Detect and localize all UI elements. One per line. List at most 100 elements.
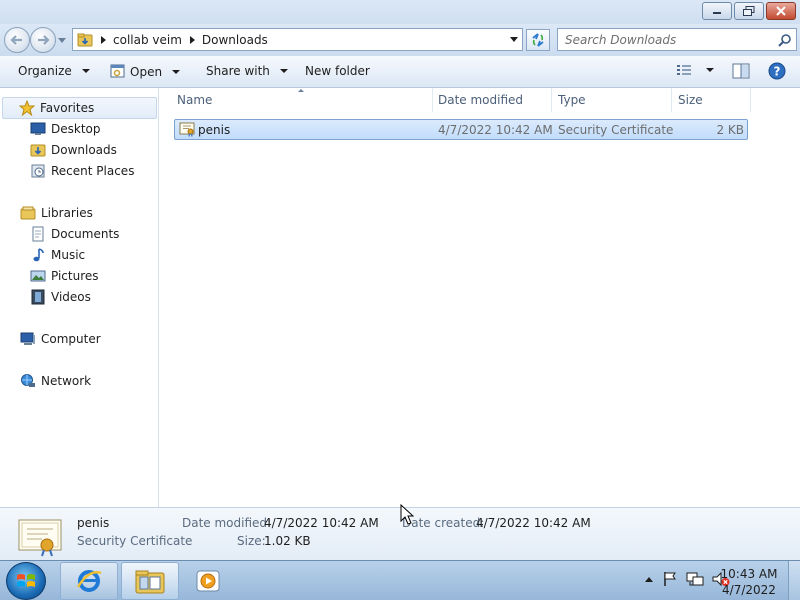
column-header-type[interactable]: Type (558, 88, 670, 112)
recent-places-icon (30, 163, 46, 179)
file-date-modified: 4/7/2022 10:42 AM (438, 123, 553, 137)
back-arrow-icon (10, 35, 22, 45)
details-size: 1.02 KB (264, 534, 311, 548)
column-divider[interactable] (671, 88, 672, 112)
system-clock[interactable]: 10:43 AM 4/7/2022 (712, 566, 786, 598)
sidebar-item-libraries[interactable]: Libraries (20, 203, 93, 223)
pictures-icon (30, 268, 46, 284)
file-list: Name Date modified Type Size penis 4/7/2… (160, 88, 800, 507)
share-with-button[interactable]: Share with (206, 64, 288, 78)
chevron-down-icon (58, 37, 66, 43)
restore-icon (743, 6, 755, 16)
sidebar-item-music[interactable]: Music (30, 245, 85, 265)
sidebar-item-favorites[interactable]: Favorites (2, 97, 157, 119)
sidebar-item-label: Videos (51, 290, 91, 304)
file-size: 2 KB (716, 123, 744, 137)
column-header-label: Date modified (438, 93, 524, 107)
certificate-icon (18, 519, 62, 557)
details-file-type: Security Certificate (77, 534, 193, 548)
column-divider[interactable] (750, 88, 751, 112)
refresh-button[interactable] (526, 29, 550, 51)
share-with-label: Share with (206, 64, 270, 78)
table-row[interactable]: penis 4/7/2022 10:42 AM Security Certifi… (174, 119, 748, 140)
clock-date: 4/7/2022 (722, 583, 776, 597)
breadcrumb-downloads[interactable]: Downloads (202, 33, 268, 47)
chevron-down-icon (81, 69, 90, 73)
windows-logo-icon (17, 574, 35, 587)
column-divider[interactable] (551, 88, 552, 112)
details-file-name: penis (77, 516, 110, 530)
sidebar-item-desktop[interactable]: Desktop (30, 119, 101, 139)
change-view-button[interactable] (676, 64, 714, 76)
star-icon (19, 100, 35, 116)
taskbar-windows-explorer[interactable] (121, 562, 179, 600)
help-button[interactable]: ? (768, 62, 786, 83)
sidebar-item-documents[interactable]: Documents (30, 224, 119, 244)
column-header-date-modified[interactable]: Date modified (438, 88, 550, 112)
column-header-label: Size (678, 93, 703, 107)
taskbar: 10:43 AM 4/7/2022 (0, 560, 800, 600)
sidebar-item-label: Libraries (41, 206, 93, 220)
details-date-created-label: Date created: (402, 516, 485, 530)
column-divider[interactable] (432, 88, 433, 112)
chevron-down-icon[interactable] (706, 68, 714, 72)
close-button[interactable] (766, 2, 796, 20)
open-with-icon (110, 64, 125, 78)
organize-button[interactable]: Organize (18, 64, 90, 78)
column-header-name[interactable]: Name (177, 88, 431, 112)
file-name[interactable]: penis (198, 123, 230, 137)
details-date-modified-label: Date modified: (182, 516, 272, 530)
search-icon[interactable] (778, 33, 792, 47)
taskbar-internet-explorer[interactable] (60, 562, 118, 600)
back-button[interactable] (4, 27, 30, 53)
libraries-icon (20, 205, 36, 221)
show-hidden-icons-icon[interactable] (644, 575, 654, 583)
sidebar-item-videos[interactable]: Videos (30, 287, 91, 307)
new-folder-button[interactable]: New folder (305, 64, 370, 78)
sidebar-item-computer[interactable]: Computer (20, 329, 101, 349)
breadcrumb-arrow-icon[interactable] (101, 35, 107, 44)
breadcrumb-arrow-icon[interactable] (189, 35, 196, 44)
navigation-pane: Favorites Desktop Downloads Recent Place… (0, 88, 159, 507)
sidebar-item-label: Recent Places (51, 164, 135, 178)
window-controls (700, 2, 796, 20)
column-header-size[interactable]: Size (678, 88, 748, 112)
details-date-created: 4/7/2022 10:42 AM (476, 516, 591, 530)
search-box[interactable] (557, 28, 797, 51)
address-bar[interactable]: collab veim Downloads (72, 28, 523, 51)
search-input[interactable] (558, 29, 763, 50)
sidebar-item-label: Downloads (51, 143, 117, 157)
preview-pane-button[interactable] (732, 63, 750, 82)
refresh-icon (532, 33, 544, 47)
mouse-cursor-icon (400, 504, 414, 525)
minimize-button[interactable] (702, 2, 732, 20)
sidebar-item-network[interactable]: Network (20, 371, 91, 391)
media-player-icon (196, 570, 220, 592)
details-view-icon (677, 65, 691, 75)
column-header-label: Name (177, 93, 213, 107)
recent-locations-dropdown[interactable] (58, 36, 66, 44)
minimize-icon (713, 12, 721, 14)
action-center-flag-icon[interactable] (662, 571, 678, 587)
network-status-icon[interactable] (686, 571, 704, 587)
close-icon (776, 6, 786, 16)
chevron-down-icon (279, 69, 288, 73)
documents-icon (30, 226, 46, 242)
start-button[interactable] (6, 562, 46, 600)
forward-arrow-icon (38, 35, 50, 45)
sidebar-item-pictures[interactable]: Pictures (30, 266, 99, 286)
svg-text:?: ? (774, 65, 781, 79)
sidebar-item-label: Desktop (51, 122, 101, 136)
chevron-down-icon (172, 69, 181, 74)
sidebar-item-recent-places[interactable]: Recent Places (30, 161, 134, 181)
forward-button[interactable] (30, 27, 56, 53)
show-desktop-button[interactable] (788, 561, 800, 600)
breadcrumb-collab-veim[interactable]: collab veim (113, 33, 182, 47)
sidebar-item-downloads[interactable]: Downloads (30, 140, 117, 160)
taskbar-media-player[interactable] (196, 569, 222, 596)
computer-icon (20, 331, 36, 347)
address-dropdown-button[interactable] (509, 33, 519, 45)
open-button[interactable]: Open (110, 64, 181, 79)
preview-pane-icon (732, 63, 750, 79)
restore-button[interactable] (734, 2, 764, 20)
